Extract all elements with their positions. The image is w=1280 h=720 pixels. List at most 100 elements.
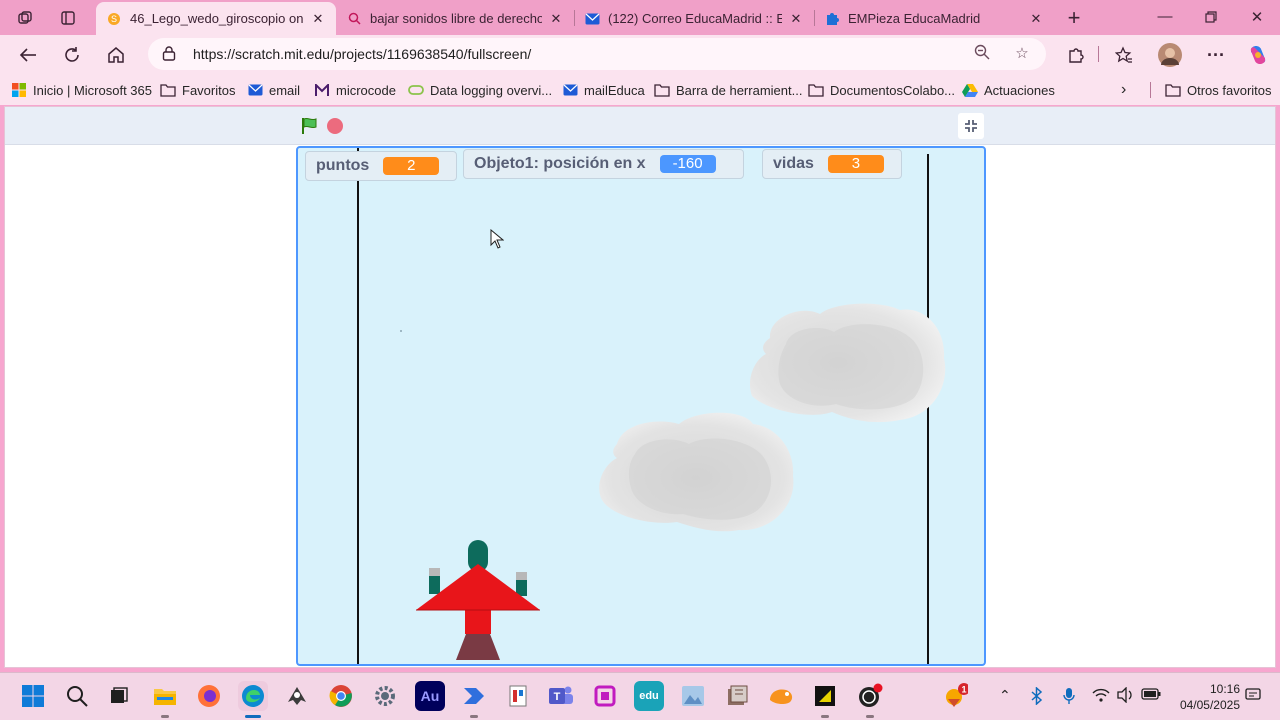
folder-icon [808, 82, 824, 98]
search-icon[interactable] [62, 681, 92, 711]
bookmark-email[interactable]: email [247, 80, 300, 100]
power-automate-icon[interactable] [459, 681, 489, 711]
more-bookmarks-chevron-icon[interactable]: › [1121, 80, 1126, 100]
teams-icon[interactable]: T [546, 681, 576, 711]
wifi-icon[interactable] [1092, 687, 1110, 706]
workspaces-icon[interactable] [12, 5, 38, 31]
bluetooth-icon[interactable] [1030, 686, 1044, 708]
bookmark-label: DocumentosColabo... [830, 82, 956, 98]
scratch-desktop-icon[interactable] [766, 681, 796, 711]
bookmark-actuaciones[interactable]: Actuaciones [962, 80, 1055, 100]
profile-avatar[interactable] [1155, 40, 1185, 70]
close-tab-icon[interactable]: ✕ [548, 11, 564, 27]
folder-icon [1165, 82, 1181, 98]
bookmark-documentos[interactable]: DocumentosColabo... [808, 80, 955, 100]
close-tab-icon[interactable]: ✕ [788, 11, 804, 27]
monitor-value: -160 [659, 155, 716, 173]
microphone-icon[interactable] [1062, 687, 1076, 708]
navigation-bar: https://scratch.mit.edu/projects/1169638… [0, 35, 1280, 74]
tab-mail[interactable]: (122) Correo EducaMadrid :: Entra ✕ [574, 2, 814, 35]
chrome-icon[interactable] [326, 681, 356, 711]
restore-icon[interactable] [1188, 0, 1234, 33]
exit-fullscreen-icon[interactable] [958, 113, 984, 139]
mail-icon [584, 11, 600, 27]
inkscape-icon[interactable] [282, 681, 312, 711]
new-tab-icon[interactable]: + [1061, 5, 1087, 31]
firefox-icon[interactable] [194, 681, 224, 711]
extensions-icon[interactable] [1061, 40, 1091, 70]
powerapps-icon[interactable] [590, 681, 620, 711]
volume-icon[interactable] [1117, 686, 1135, 706]
bookmarks-bar: Inicio | Microsoft 365 Favoritos email m… [0, 74, 1280, 105]
tab-title: EMPieza EducaMadrid [848, 11, 981, 26]
scratch-favicon-icon: S [106, 11, 122, 27]
site-info-icon[interactable] [162, 45, 176, 64]
file-explorer-icon[interactable] [150, 681, 180, 711]
bookmark-favoritos[interactable]: Favoritos [160, 80, 235, 100]
bookmark-microcode[interactable]: microcode [314, 80, 396, 100]
mail-icon [562, 82, 578, 98]
speck [400, 330, 402, 332]
bookmark-label: Barra de herramient... [676, 82, 803, 98]
vertical-tabs-icon[interactable] [55, 5, 81, 31]
archive-app-icon[interactable] [722, 681, 752, 711]
bookmark-barra-herramientas[interactable]: Barra de herramient... [654, 80, 802, 100]
bookmark-label: mailEduca [584, 82, 645, 98]
obs-icon[interactable] [855, 681, 885, 711]
bookmark-microsoft365[interactable]: Inicio | Microsoft 365 [11, 80, 152, 100]
monitor-vidas: vidas 3 [762, 149, 902, 179]
taskbar: Au T edu 1 ⌃ 10:16 04/05/2025 [0, 672, 1280, 720]
settings-gear-icon[interactable] [370, 681, 400, 711]
clock-date: 04/05/2025 [1179, 698, 1240, 712]
task-view-icon[interactable] [104, 681, 134, 711]
edge-icon[interactable] [238, 681, 268, 711]
bookmark-maileduca[interactable]: mailEduca [562, 80, 645, 100]
green-flag-icon[interactable] [301, 117, 319, 135]
weather-app-icon[interactable]: 1 [940, 681, 970, 711]
notification-count: 1 [961, 685, 966, 695]
tab-scratch[interactable]: S 46_Lego_wedo_giroscopio on Scr ✕ [96, 2, 336, 35]
close-window-icon[interactable]: ✕ [1234, 0, 1280, 33]
running-indicator [161, 715, 169, 718]
copilot-icon[interactable] [1243, 40, 1273, 70]
stage-header [5, 107, 1275, 145]
bookmark-label: email [269, 82, 301, 98]
scratch-stage[interactable]: puntos 2 Objeto1: posición en x -160 vid… [296, 146, 986, 666]
favorite-star-icon[interactable]: ☆ [1012, 44, 1032, 64]
bookmark-otros-favoritos[interactable]: Otros favoritos [1165, 80, 1272, 100]
back-icon[interactable] [13, 40, 43, 70]
close-tab-icon[interactable]: ✕ [310, 11, 326, 27]
home-icon[interactable] [101, 40, 131, 70]
address-bar[interactable]: https://scratch.mit.edu/projects/1169638… [148, 38, 1046, 70]
tab-search[interactable]: bajar sonidos libre de derechos - ✕ [336, 2, 574, 35]
more-options-icon[interactable]: ··· [1201, 40, 1231, 70]
microcode-icon [314, 82, 330, 98]
close-tab-icon[interactable]: ✕ [1028, 11, 1044, 27]
educamadrid-app-icon[interactable]: edu [634, 681, 664, 711]
photo-app-icon[interactable] [678, 681, 708, 711]
stop-button[interactable] [327, 118, 343, 134]
microsoft-icon [11, 82, 27, 98]
battery-icon[interactable] [1141, 687, 1161, 704]
minimize-icon[interactable]: — [1142, 0, 1188, 33]
terminal-app-icon[interactable] [810, 681, 840, 711]
drive-icon [962, 82, 978, 98]
monitor-label: vidas [773, 155, 814, 172]
audition-icon[interactable]: Au [415, 681, 445, 711]
refresh-icon[interactable] [57, 40, 87, 70]
favorites-icon[interactable] [1109, 40, 1139, 70]
svg-text:T: T [554, 691, 561, 703]
notes-app-icon[interactable] [503, 681, 533, 711]
show-hidden-icons-chevron-icon[interactable]: ⌃ [999, 687, 1011, 704]
url-text[interactable]: https://scratch.mit.edu/projects/1169638… [193, 46, 531, 62]
tab-empieza[interactable]: EMPieza EducaMadrid ✕ [814, 2, 1054, 35]
bookmark-label: Inicio | Microsoft 365 [33, 82, 152, 98]
bookmark-label: microcode [336, 82, 396, 98]
system-clock[interactable]: 10:16 04/05/2025 [1168, 681, 1240, 713]
bookmark-data-logging[interactable]: Data logging overvi... [408, 80, 552, 100]
cloud-sprite [599, 412, 794, 532]
notifications-icon[interactable] [1245, 687, 1261, 706]
running-indicator [866, 715, 874, 718]
zoom-icon[interactable] [972, 44, 992, 64]
start-windows-icon[interactable] [18, 681, 48, 711]
